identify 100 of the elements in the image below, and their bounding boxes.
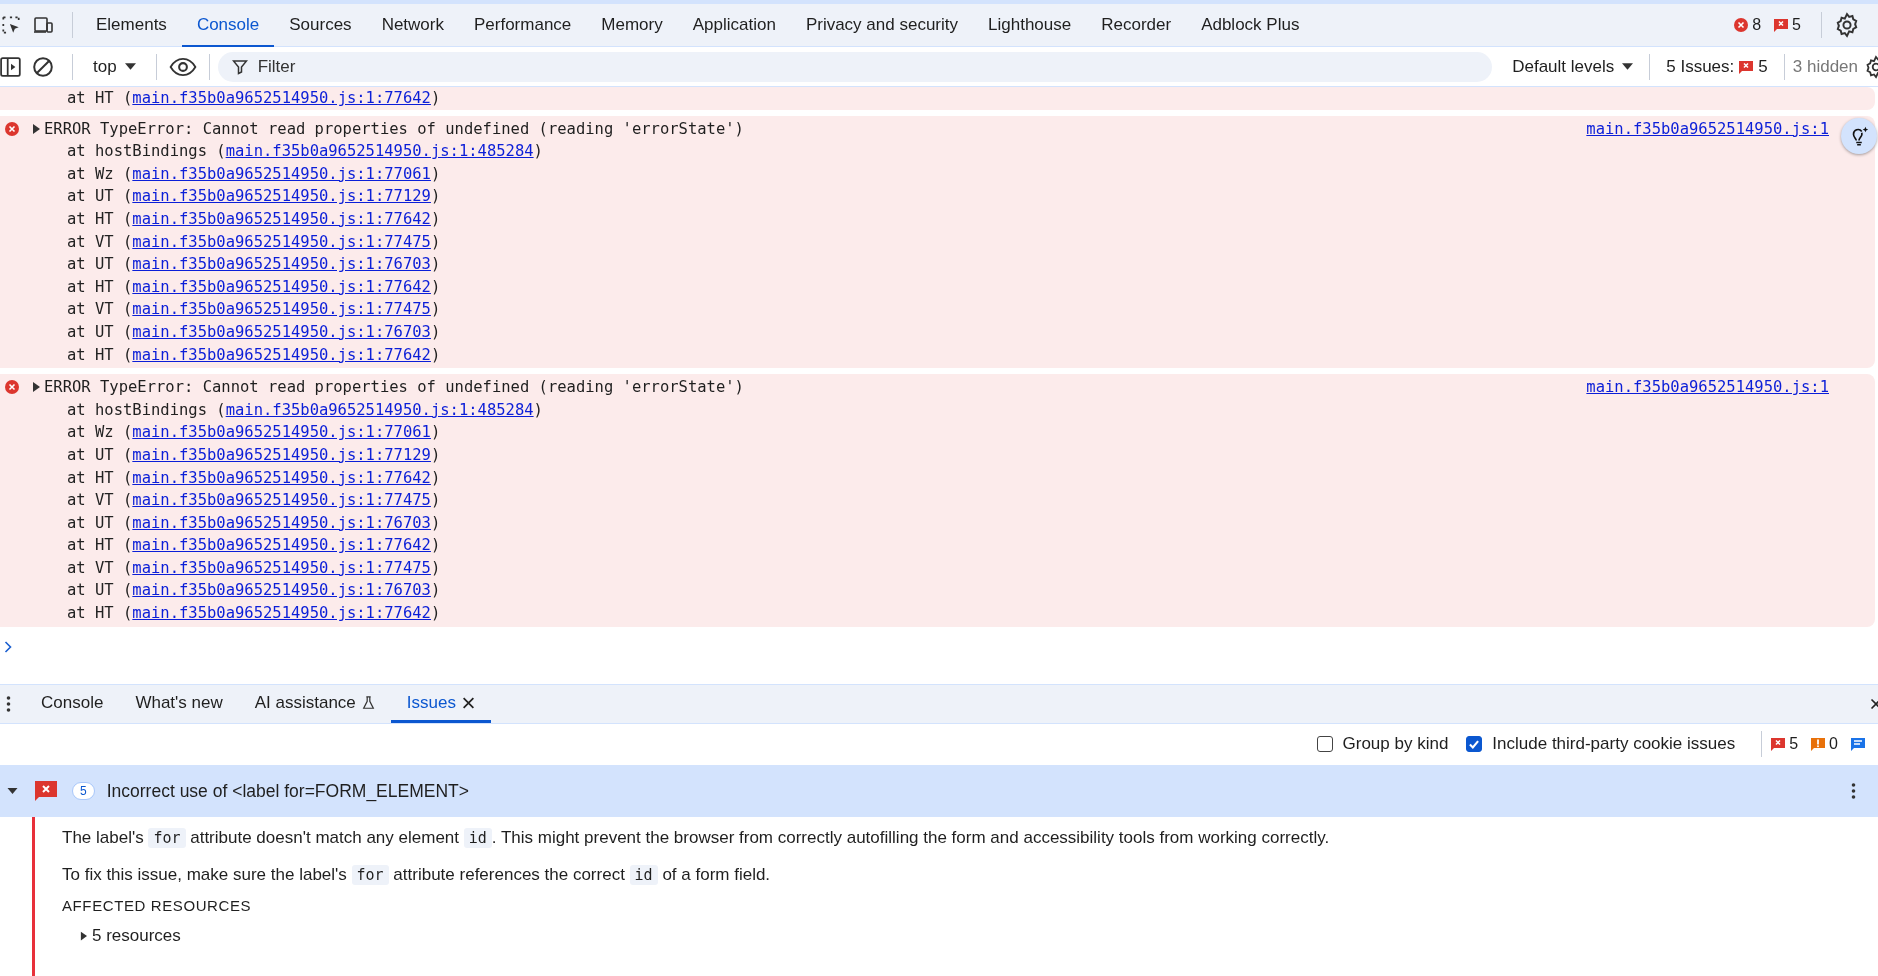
- source-link[interactable]: main.f35b0a9652514950.js:1:77642: [132, 604, 431, 623]
- source-link[interactable]: main.f35b0a9652514950.js:1:77061: [132, 164, 431, 183]
- stack-frame: at UT (main.f35b0a9652514950.js:1:76703): [0, 320, 1875, 344]
- source-link[interactable]: main.f35b0a9652514950.js:1:76703: [132, 322, 431, 341]
- panel-tab[interactable]: Privacy and security: [790, 5, 973, 48]
- checkbox-label: Include third-party cookie issues: [1492, 733, 1736, 754]
- warning-icon: [1810, 735, 1827, 752]
- stack-frame: at UT (main.f35b0a9652514950.js:1:77129): [0, 185, 1875, 208]
- error-text: ERROR TypeError: Cannot read properties of undefined (reading 'errorState'): [44, 378, 744, 397]
- error-icon: [1733, 17, 1750, 33]
- source-link[interactable]: main.f35b0a9652514950.js:1:76703: [132, 581, 431, 600]
- issue-header[interactable]: 5 Incorrect use of <label for=FORM_ELEMENT>: [0, 765, 1878, 817]
- expand-icon[interactable]: [80, 930, 87, 941]
- panel-tab[interactable]: Elements: [81, 5, 182, 48]
- expand-icon[interactable]: [32, 382, 40, 393]
- checkbox[interactable]: [1466, 735, 1483, 752]
- panel-tab[interactable]: Recorder: [1086, 5, 1187, 48]
- hidden-count: 3 hidden: [1792, 56, 1858, 77]
- device-icon[interactable]: [32, 14, 54, 36]
- panel-tab[interactable]: Lighthouse: [973, 5, 1087, 48]
- issue-description: To fix this issue, make sure the label's for attribute references the correct id of a form field.: [62, 863, 772, 887]
- stack-frame: at HT (main.f35b0a9652514950.js:1:77642): [0, 275, 1875, 299]
- count-label: 5: [1792, 16, 1801, 34]
- source-link[interactable]: main.f35b0a9652514950.js:1:77642: [132, 536, 431, 555]
- inspect-icon[interactable]: [0, 14, 22, 36]
- clear-icon[interactable]: [32, 55, 54, 78]
- issue-icon: [34, 780, 58, 802]
- stack-frame: at HT (main.f35b0a9652514950.js:1:77642): [0, 534, 1875, 557]
- source-link[interactable]: main.f35b0a9652514950.js:1:77642: [132, 209, 431, 228]
- stack-frame: at HT (main.f35b0a9652514950.js:1:77642): [0, 602, 1875, 625]
- stack-frame: at VT (main.f35b0a9652514950.js:1:77475): [0, 556, 1875, 580]
- source-link[interactable]: main.f35b0a9652514950.js:1:77129: [132, 445, 431, 464]
- expand-icon[interactable]: [7, 787, 18, 795]
- count-label: 0: [1829, 734, 1838, 753]
- issue-icon: [1770, 735, 1787, 752]
- panel-tab[interactable]: Memory: [586, 5, 678, 48]
- count-label: 5: [1789, 734, 1799, 753]
- stack-frame: at Wz (main.f35b0a9652514950.js:1:77061): [0, 162, 1875, 186]
- issues-button[interactable]: 5 Issues: 5: [1658, 56, 1776, 77]
- stack-frame: at UT (main.f35b0a9652514950.js:1:77129): [0, 443, 1875, 467]
- issue-description: The label's for attribute doesn't match any element id . This might prevent the browser from correctly autofilling the form and accessibility tools from working correctly.: [62, 827, 1331, 850]
- expand-icon[interactable]: [32, 123, 40, 134]
- filter-field[interactable]: Filter: [217, 51, 1493, 82]
- source-link[interactable]: main.f35b0a9652514950.js:1:77475: [132, 558, 431, 577]
- resources-toggle[interactable]: 5 resources: [80, 925, 1878, 946]
- panel-tab[interactable]: Application: [677, 5, 791, 48]
- settings-icon[interactable]: [1834, 12, 1860, 38]
- stack-frame: at hostBindings (main.f35b0a9652514950.js:1:485284): [0, 398, 1875, 422]
- stack-frame: at HT (main.f35b0a9652514950.js:1:77642): [0, 87, 1875, 110]
- source-link[interactable]: main.f35b0a9652514950.js:1:77129: [132, 187, 431, 206]
- stack-frame: at UT (main.f35b0a9652514950.js:1:76703): [0, 579, 1875, 603]
- more-options-icon[interactable]: [6, 695, 11, 713]
- filter-icon: [231, 58, 248, 75]
- issue-icon: [1738, 58, 1755, 75]
- flask-icon: [361, 695, 375, 710]
- checkbox[interactable]: [1316, 735, 1333, 752]
- source-link[interactable]: main.f35b0a9652514950.js:1:76703: [132, 255, 431, 274]
- panel-tab[interactable]: Performance: [459, 5, 587, 48]
- panel-tab[interactable]: Adblock Plus: [1186, 5, 1315, 48]
- sidebar-toggle-icon[interactable]: [0, 55, 22, 78]
- stack-frame: at VT (main.f35b0a9652514950.js:1:77475): [0, 230, 1875, 254]
- count-badge: 5: [72, 782, 95, 800]
- source-link[interactable]: main.f35b0a9652514950.js:1:77642: [132, 277, 431, 296]
- drawer-tab[interactable]: Issues: [390, 685, 491, 723]
- source-link[interactable]: main.f35b0a9652514950.js:1:485284: [225, 400, 534, 419]
- issue-icon: [1773, 17, 1790, 33]
- source-link[interactable]: main.f35b0a9652514950.js:1:77642: [132, 89, 431, 107]
- stack-frame: at UT (main.f35b0a9652514950.js:1:76703): [0, 511, 1875, 535]
- caret-icon: [124, 62, 136, 71]
- close-icon[interactable]: [461, 695, 475, 710]
- source-link[interactable]: main.f35b0a9652514950.js:1:77061: [132, 423, 431, 442]
- stack-frame: at HT (main.f35b0a9652514950.js:1:77642): [0, 466, 1875, 490]
- levels-dropdown[interactable]: Default levels: [1504, 56, 1642, 77]
- panel-tab[interactable]: Sources: [274, 5, 367, 48]
- section-heading: AFFECTED RESOURCES: [62, 896, 253, 914]
- source-link[interactable]: main.f35b0a9652514950.js:1:485284: [225, 142, 534, 161]
- source-link[interactable]: main.f35b0a9652514950.js:1:76703: [132, 513, 431, 532]
- count-label: 8: [1752, 16, 1762, 34]
- panel-tab[interactable]: Network: [366, 5, 459, 48]
- context-dropdown[interactable]: top: [81, 56, 148, 77]
- source-link[interactable]: main.f35b0a9652514950.js:1: [1586, 378, 1829, 397]
- checkbox-label: Group by kind: [1342, 733, 1449, 754]
- caret-icon: [1622, 62, 1634, 71]
- source-link[interactable]: main.f35b0a9652514950.js:1:77475: [132, 491, 431, 510]
- drawer-tab[interactable]: AI assistance: [238, 685, 391, 723]
- drawer-tab[interactable]: Console: [25, 685, 120, 723]
- eye-icon[interactable]: [168, 56, 197, 77]
- error-text: ERROR TypeError: Cannot read properties of undefined (reading 'errorState'): [44, 119, 744, 138]
- source-link[interactable]: main.f35b0a9652514950.js:1:77475: [132, 232, 431, 251]
- more-options-icon[interactable]: [1851, 782, 1856, 800]
- prompt-chevron-icon: [4, 640, 12, 653]
- error-icon: [4, 120, 20, 137]
- stack-frame: at VT (main.f35b0a9652514950.js:1:77475): [0, 298, 1875, 321]
- source-link[interactable]: main.f35b0a9652514950.js:1:77642: [132, 345, 431, 364]
- ai-help-button[interactable]: [1841, 117, 1877, 154]
- source-link[interactable]: main.f35b0a9652514950.js:1:77642: [132, 468, 431, 487]
- source-link[interactable]: main.f35b0a9652514950.js:1: [1586, 119, 1829, 138]
- drawer-tab[interactable]: What's new: [119, 685, 239, 723]
- stack-frame: at HT (main.f35b0a9652514950.js:1:77642): [0, 343, 1875, 367]
- source-link[interactable]: main.f35b0a9652514950.js:1:77475: [132, 300, 431, 319]
